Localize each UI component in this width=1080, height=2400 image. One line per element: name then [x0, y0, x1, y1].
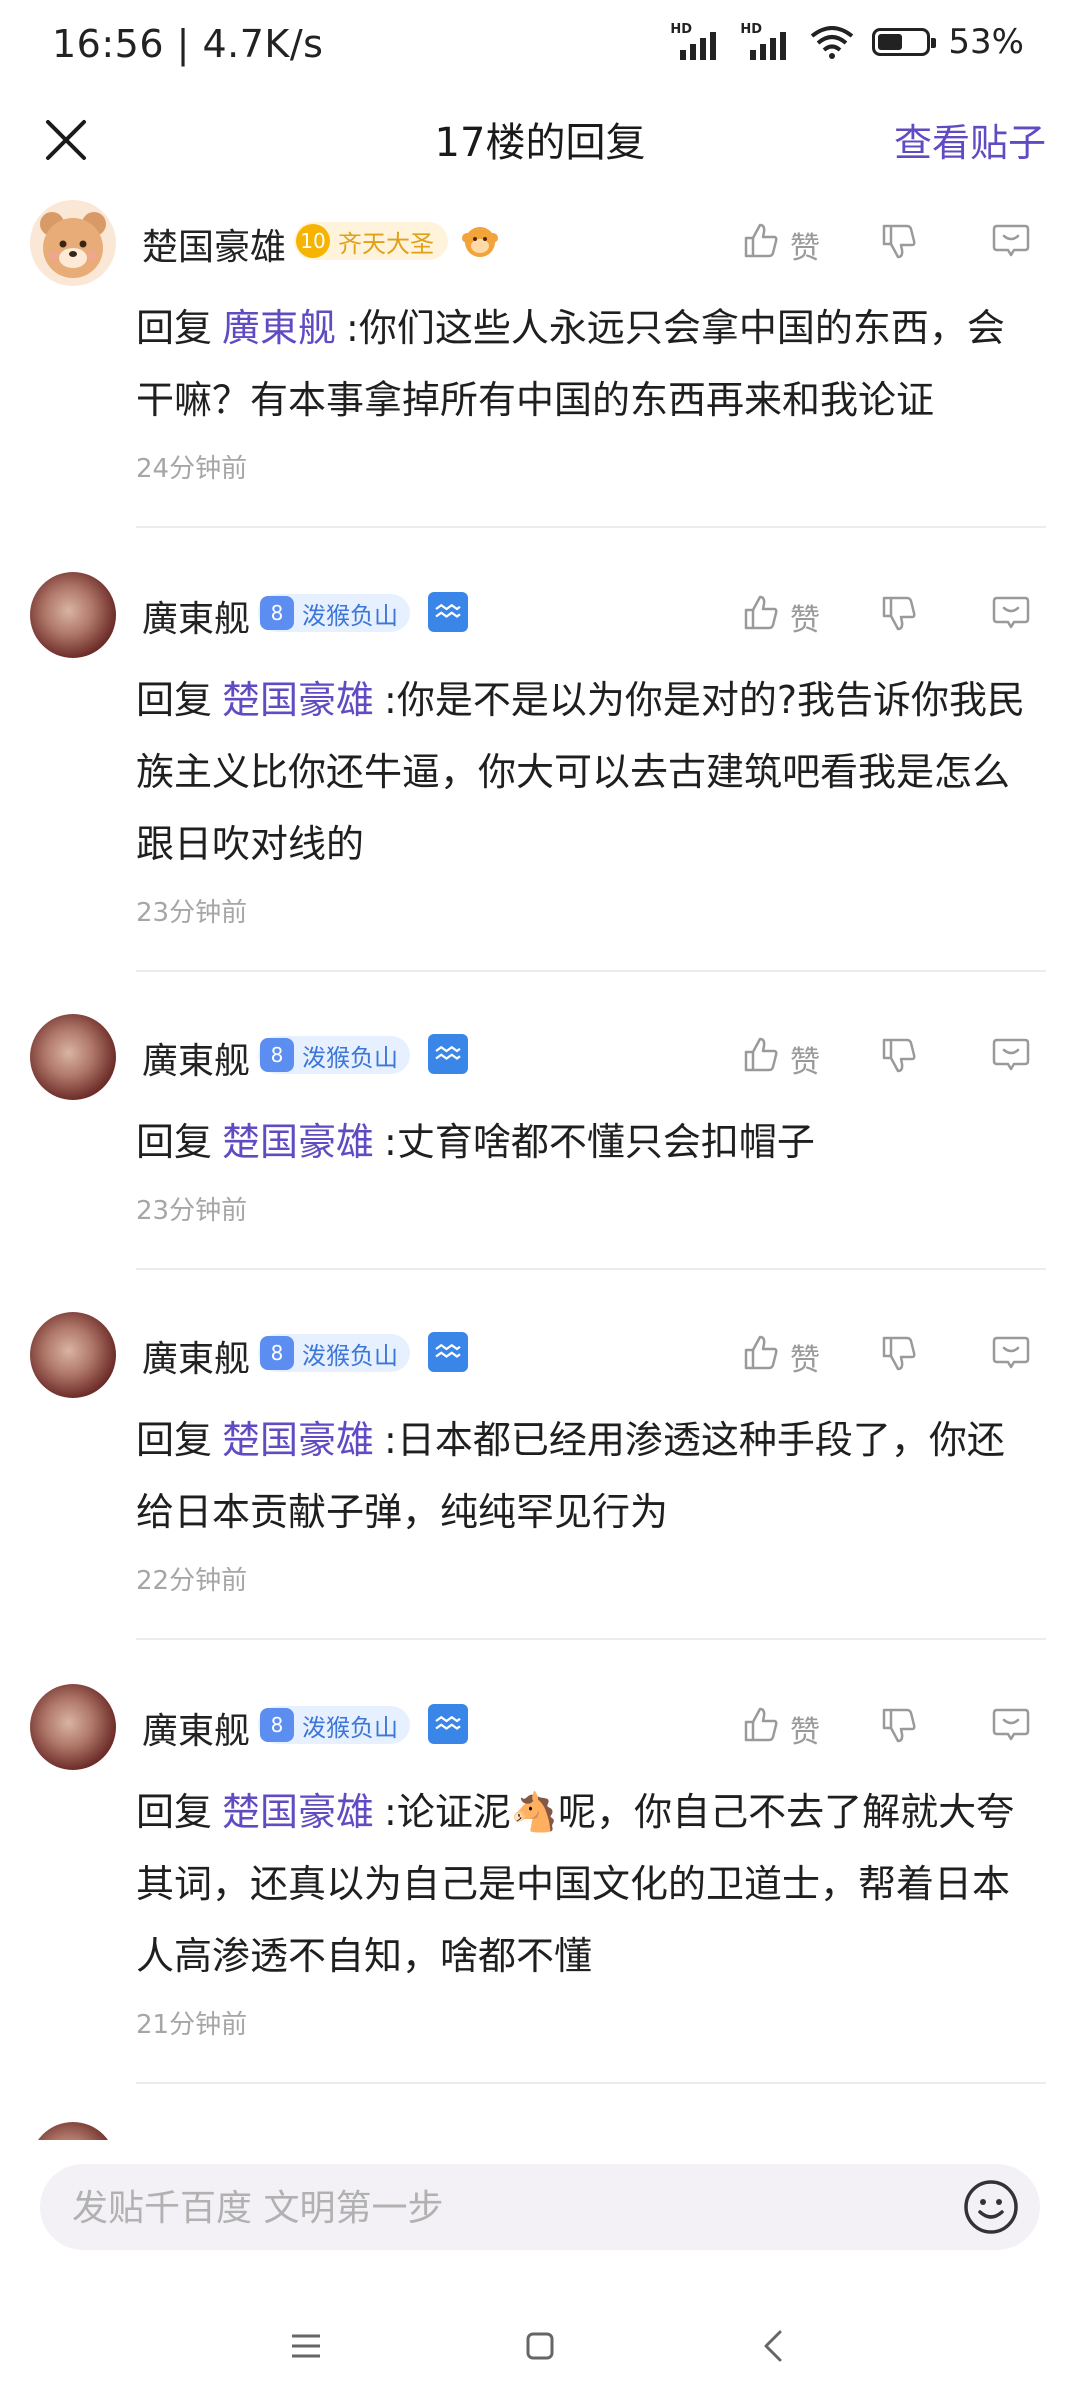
comment-button[interactable]: [990, 220, 1032, 266]
monkey-icon: [460, 220, 500, 260]
like-button[interactable]: 赞: [740, 1034, 820, 1084]
battery-icon: [872, 28, 937, 56]
dislike-button[interactable]: [878, 1332, 920, 1378]
comment-button[interactable]: [990, 592, 1032, 638]
aquarius-icon: [428, 592, 468, 632]
like-button[interactable]: 赞: [740, 592, 820, 642]
avatar[interactable]: [30, 572, 116, 658]
like-button[interactable]: 赞: [740, 1704, 820, 1754]
avatar[interactable]: [30, 1312, 116, 1398]
username[interactable]: 廣東舰: [142, 1702, 250, 1754]
reply-content: 回复 廣東舰:你们这些人永远只会拿中国的东西，会干嘛？有本事拿掉所有中国的东西再来…: [136, 306, 1005, 422]
dislike-button[interactable]: [878, 220, 920, 266]
thumbs-up-icon: [740, 1704, 782, 1754]
nav-menu-button[interactable]: [276, 2316, 336, 2376]
status-bar: 16:56 | 4.7K/s HD HD 53%: [0, 0, 1080, 96]
thumbs-down-icon: [882, 1336, 916, 1371]
dislike-button[interactable]: [878, 592, 920, 638]
thumbs-down-icon: [882, 596, 916, 631]
nav-back-button[interactable]: [744, 2316, 804, 2376]
mention-link[interactable]: 楚国豪雄: [222, 678, 374, 722]
like-button[interactable]: 赞: [740, 1332, 820, 1382]
mention-link[interactable]: 廣東舰: [222, 306, 336, 350]
signal-icon: HD: [670, 22, 722, 62]
thumbs-up-icon: [740, 1034, 782, 1084]
thumbs-down-icon: [882, 224, 916, 259]
top-bar: 17楼的回复 查看贴子: [0, 96, 1080, 186]
view-post-link[interactable]: 查看贴子: [894, 112, 1046, 167]
username[interactable]: 廣東舰: [142, 590, 250, 642]
comment-button[interactable]: [990, 1034, 1032, 1080]
divider: [136, 1638, 1046, 1640]
comment-button[interactable]: [990, 1704, 1032, 1750]
divider: [136, 526, 1046, 528]
reply-time: 21分钟前: [136, 2010, 248, 2040]
aquarius-icon: [428, 1332, 468, 1372]
emoji-icon: [964, 2180, 1018, 2234]
level-badge: 8 泼猴负山: [258, 1036, 410, 1074]
level-badge: 10 齐天大圣: [294, 222, 448, 260]
level-badge: 8 泼猴负山: [258, 1334, 410, 1372]
reply-time: 23分钟前: [136, 1196, 248, 1226]
reply-input-container[interactable]: [40, 2164, 1040, 2252]
nav-home-button[interactable]: [510, 2316, 570, 2376]
home-square-icon: [526, 2332, 554, 2360]
status-time-speed: 16:56 | 4.7K/s: [52, 22, 324, 66]
level-badge: 8 泼猴负山: [258, 594, 410, 632]
divider: [136, 970, 1046, 972]
emoji-button[interactable]: [962, 2178, 1020, 2236]
comment-icon: [992, 1038, 1030, 1071]
reply-content: 回复 楚国豪雄:丈育啥都不懂只会扣帽子: [136, 1120, 815, 1164]
aquarius-icon: [428, 1704, 468, 1744]
reply-content: 回复 楚国豪雄:你是不是以为你是对的?我告诉你我民族主义比你还牛逼，你大可以去古建…: [136, 678, 1026, 866]
reply-time: 22分钟前: [136, 1566, 248, 1596]
thumbs-down-icon: [882, 1038, 916, 1073]
divider: [136, 1268, 1046, 1270]
dislike-button[interactable]: [878, 1034, 920, 1080]
thumbs-up-icon: [740, 1332, 782, 1382]
wifi-icon: [811, 26, 854, 59]
reply-content: 回复 楚国豪雄:论证泥🐴呢，你自己不去了解就大夸其词，还真以为自己是中国文化的卫道…: [136, 1790, 1015, 1978]
back-icon: [764, 2330, 782, 2362]
aquarius-icon: [428, 1034, 468, 1074]
level-badge: 8 泼猴负山: [258, 1706, 410, 1744]
like-button[interactable]: 赞: [740, 220, 820, 270]
comment-button[interactable]: [990, 1332, 1032, 1378]
comment-icon: [992, 1708, 1030, 1741]
comment-icon: [992, 596, 1030, 629]
username[interactable]: 廣東舰: [142, 1032, 250, 1084]
reply-content: 回复 楚国豪雄:日本都已经用渗透这种手段了，你还给日本贡献子弹，纯纯罕见行为: [136, 1418, 1005, 1534]
bottom-bar: [0, 2140, 1080, 2400]
signal-icon: HD: [740, 22, 792, 62]
reply-time: 24分钟前: [136, 454, 248, 484]
menu-icon: [292, 2334, 320, 2358]
comment-icon: [992, 224, 1030, 257]
thumbs-down-icon: [882, 1708, 916, 1743]
avatar[interactable]: [30, 1014, 116, 1100]
mention-link[interactable]: 楚国豪雄: [222, 1418, 374, 1462]
mention-link[interactable]: 楚国豪雄: [222, 1790, 374, 1834]
reply-time: 23分钟前: [136, 898, 248, 928]
divider: [136, 2082, 1046, 2084]
dislike-button[interactable]: [878, 1704, 920, 1750]
username[interactable]: 楚国豪雄: [142, 218, 286, 270]
thumbs-up-icon: [740, 220, 782, 270]
thumbs-up-icon: [740, 592, 782, 642]
bear-avatar-icon: [40, 212, 106, 278]
username[interactable]: 廣東舰: [142, 1330, 250, 1382]
reply-input[interactable]: [70, 2164, 954, 2252]
comment-icon: [992, 1336, 1030, 1369]
avatar[interactable]: [30, 1684, 116, 1770]
mention-link[interactable]: 楚国豪雄: [222, 1120, 374, 1164]
battery-percent: 53%: [948, 22, 1024, 62]
avatar[interactable]: [30, 200, 116, 286]
